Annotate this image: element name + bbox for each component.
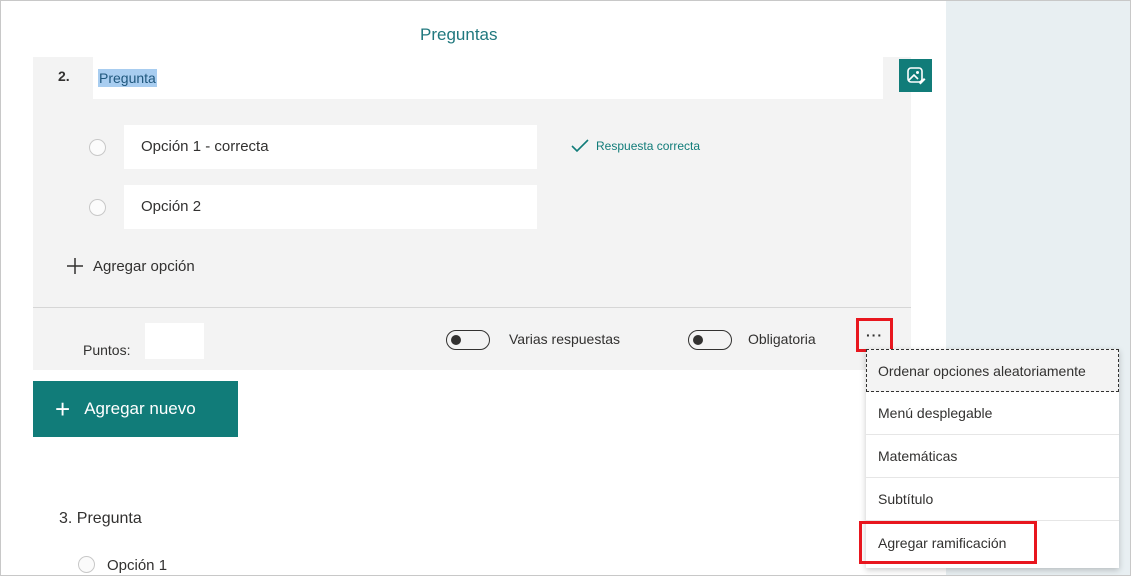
- menu-item-shuffle-options[interactable]: Ordenar opciones aleatoriamente: [866, 349, 1119, 392]
- question-title-text: Pregunta: [98, 69, 157, 87]
- page-title: Preguntas: [420, 25, 498, 44]
- menu-item-math[interactable]: Matemáticas: [866, 435, 1119, 478]
- more-options-button[interactable]: ···: [856, 318, 893, 352]
- more-options-menu: Ordenar opciones aleatoriamente Menú des…: [859, 349, 1119, 568]
- toggle-knob: [451, 334, 461, 345]
- multiple-answers-toggle[interactable]: [446, 330, 490, 350]
- required-label: Obligatoria: [748, 331, 816, 347]
- add-new-button[interactable]: + Agregar nuevo: [33, 381, 238, 437]
- menu-item-subtitle[interactable]: Subtítulo: [866, 478, 1119, 521]
- option-text: Opción 2: [141, 198, 202, 215]
- option-text: Opción 1 - correcta: [141, 138, 269, 155]
- divider: [33, 307, 911, 308]
- required-toggle[interactable]: [688, 330, 732, 350]
- add-option-label: Agregar opción: [93, 257, 195, 275]
- add-new-label: Agregar nuevo: [84, 399, 196, 418]
- correct-answer-toggle[interactable]: Respuesta correcta: [571, 139, 700, 153]
- option-text: Opción 1: [107, 557, 168, 574]
- correct-answer-label: Respuesta correcta: [596, 139, 701, 153]
- question-title-input[interactable]: Pregunta: [93, 57, 932, 99]
- option-row: Opción 2: [33, 185, 911, 231]
- menu-item-add-branching[interactable]: Agregar ramificación: [859, 521, 1037, 564]
- toggle-knob: [693, 334, 703, 345]
- insert-image-button[interactable]: [899, 59, 932, 92]
- plus-icon: +: [55, 394, 71, 424]
- option-input[interactable]: Opción 2: [124, 185, 537, 229]
- checkmark-icon: [571, 139, 589, 153]
- points-input[interactable]: [145, 323, 204, 359]
- question-card-2[interactable]: 2. Pregunta Opción 1 - correcta Respuest…: [33, 57, 932, 370]
- menu-item-dropdown[interactable]: Menú desplegable: [866, 392, 1119, 435]
- question-number: 2.: [58, 68, 70, 84]
- option-radio[interactable]: [78, 556, 95, 573]
- points-label: Puntos:: [83, 342, 131, 358]
- option-radio[interactable]: [89, 139, 106, 156]
- multiple-answers-label: Varias respuestas: [509, 331, 621, 347]
- option-row: Opción 1 - correcta Respuesta correcta: [33, 125, 911, 171]
- option-radio[interactable]: [89, 199, 106, 216]
- add-option-button[interactable]: Agregar opción: [65, 256, 195, 276]
- option-input[interactable]: Opción 1 - correcta: [124, 125, 537, 169]
- image-icon: [906, 66, 925, 84]
- plus-icon: [67, 258, 83, 274]
- question-3-title[interactable]: 3. Pregunta: [59, 510, 142, 528]
